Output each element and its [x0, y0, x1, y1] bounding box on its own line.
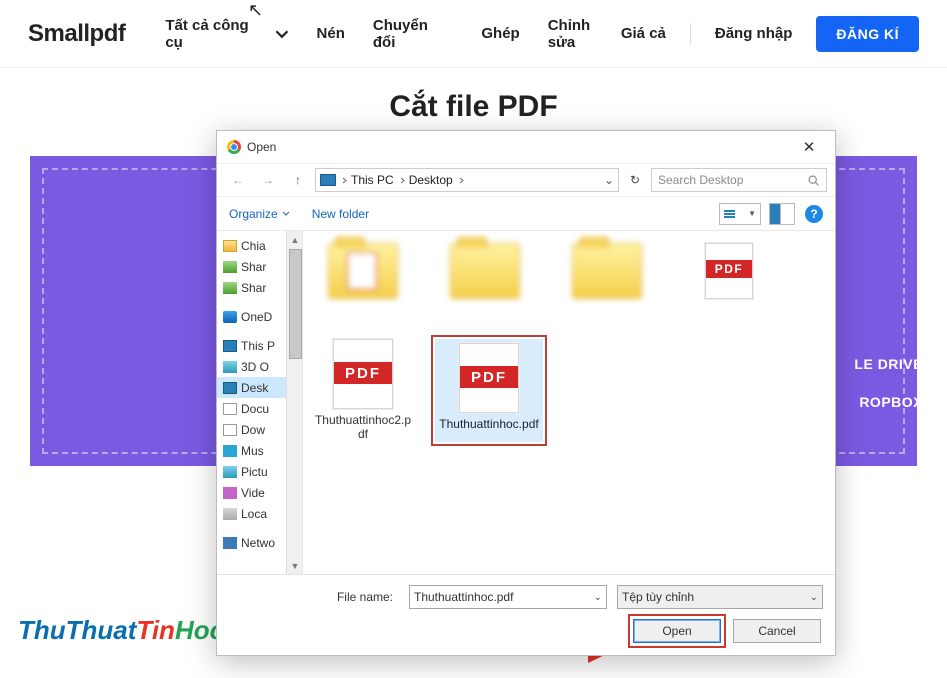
scroll-down-button[interactable]: ▼	[287, 557, 303, 574]
address-bar[interactable]: This PC Desktop ⌄	[315, 168, 619, 192]
nav-convert[interactable]: Chuyển đổi	[373, 17, 453, 51]
new-folder-button[interactable]: New folder	[312, 207, 369, 221]
folder-icon	[450, 243, 520, 299]
pdf-file-item[interactable]: Thuthuattinhoc2.pdf	[313, 339, 413, 442]
nav-pricing[interactable]: Giá cả	[621, 25, 666, 42]
cursor-icon: ↖	[248, 0, 263, 21]
dialog-bottom: File name: Thuthuattinhoc.pdf ⌄ Tệp tùy …	[217, 574, 835, 655]
pdf-file-item-selected[interactable]: Thuthuattinhoc.pdf	[435, 339, 543, 442]
pdf-file-item[interactable]	[679, 243, 779, 303]
refresh-button[interactable]: ↻	[623, 168, 647, 192]
organize-menu[interactable]: Organize	[229, 207, 290, 221]
file-list[interactable]: Thuthuattinhoc2.pdf Thuthuattinhoc.pdf	[303, 231, 835, 574]
pc-icon	[320, 174, 336, 186]
file-caption: Thuthuattinhoc.pdf	[439, 417, 538, 431]
nav-up-button[interactable]: ↑	[285, 168, 311, 192]
search-input[interactable]: Search Desktop	[651, 168, 827, 192]
filename-value: Thuthuattinhoc.pdf	[414, 590, 513, 604]
pdf-icon	[705, 243, 753, 299]
view-icon	[724, 210, 735, 218]
filename-input[interactable]: Thuthuattinhoc.pdf ⌄	[409, 585, 607, 609]
help-button[interactable]: ?	[805, 205, 823, 223]
address-dropdown-button[interactable]: ⌄	[604, 173, 614, 187]
nav-merge[interactable]: Ghép	[481, 25, 519, 42]
chevron-down-icon: ⌄	[810, 592, 818, 603]
tree-scrollbar[interactable]: ▲ ▼	[286, 231, 303, 574]
dialog-titlebar: Open ✕	[217, 131, 835, 163]
scroll-up-button[interactable]: ▲	[287, 231, 303, 248]
nav-all-tools[interactable]: Tất cả công cụ	[165, 17, 288, 51]
folder-icon	[572, 243, 642, 299]
pdf-icon	[333, 339, 393, 409]
nav-login[interactable]: Đăng nhập	[715, 25, 793, 42]
pdf-icon	[459, 343, 519, 413]
file-type-filter[interactable]: Tệp tùy chỉnh ⌄	[617, 585, 823, 609]
dialog-body: Chia Shar Shar OneD This P 3D O Desk Doc…	[217, 231, 835, 574]
folder-item[interactable]	[557, 243, 657, 303]
cancel-button[interactable]: Cancel	[733, 619, 821, 643]
crumb-desktop[interactable]: Desktop	[399, 173, 453, 187]
crumb-root[interactable]: This PC	[341, 173, 394, 187]
dialog-nav: ← → ↑ This PC Desktop ⌄ ↻ Search Desktop	[217, 163, 835, 197]
chevron-down-icon: ⌄	[594, 592, 602, 603]
signup-button[interactable]: ĐĂNG KÍ	[816, 16, 919, 52]
site-logo[interactable]: Smallpdf	[28, 20, 125, 48]
from-drive-button[interactable]: LE DRIVE	[854, 356, 923, 372]
file-caption: Thuthuattinhoc2.pdf	[313, 413, 413, 442]
preview-pane-button[interactable]	[769, 203, 795, 225]
nav-compress[interactable]: Nén	[317, 25, 345, 42]
view-mode-button[interactable]: ▼	[719, 203, 761, 225]
chevron-down-icon	[275, 27, 289, 41]
chrome-icon	[227, 140, 241, 154]
header-right: Giá cả Đăng nhập ĐĂNG KÍ	[621, 16, 919, 52]
site-header: Smallpdf Tất cả công cụ Nén Chuyển đổi G…	[0, 0, 947, 68]
from-dropbox-button[interactable]: ROPBOX	[859, 394, 923, 410]
dialog-title: Open	[247, 140, 276, 154]
nav-tree[interactable]: Chia Shar Shar OneD This P 3D O Desk Doc…	[217, 231, 303, 574]
chevron-down-icon: ▼	[748, 209, 756, 218]
filename-label: File name:	[229, 590, 399, 604]
nav-edit[interactable]: Chỉnh sửa	[548, 17, 621, 51]
nav-all-tools-label: Tất cả công cụ	[165, 17, 268, 51]
dialog-toolbar: Organize New folder ▼ ?	[217, 197, 835, 231]
nav-divider	[690, 23, 691, 45]
search-placeholder: Search Desktop	[658, 173, 743, 187]
nav-forward-button[interactable]: →	[255, 168, 281, 192]
dialog-close-button[interactable]: ✕	[793, 138, 825, 156]
main-nav: Tất cả công cụ Nén Chuyển đổi Ghép Chỉnh…	[165, 17, 621, 51]
file-open-dialog: Open ✕ ← → ↑ This PC Desktop ⌄ ↻ Search …	[216, 130, 836, 656]
crumb-trailing	[458, 177, 465, 184]
open-button[interactable]: Open	[633, 619, 721, 643]
page-title: Cắt file PDF	[0, 90, 947, 124]
scroll-thumb[interactable]	[289, 249, 302, 359]
filter-value: Tệp tùy chỉnh	[622, 590, 694, 604]
folder-icon	[328, 243, 398, 299]
chevron-down-icon	[282, 210, 290, 218]
search-icon	[807, 174, 820, 187]
folder-item[interactable]	[313, 243, 413, 303]
nav-back-button[interactable]: ←	[225, 168, 251, 192]
folder-item[interactable]	[435, 243, 535, 303]
